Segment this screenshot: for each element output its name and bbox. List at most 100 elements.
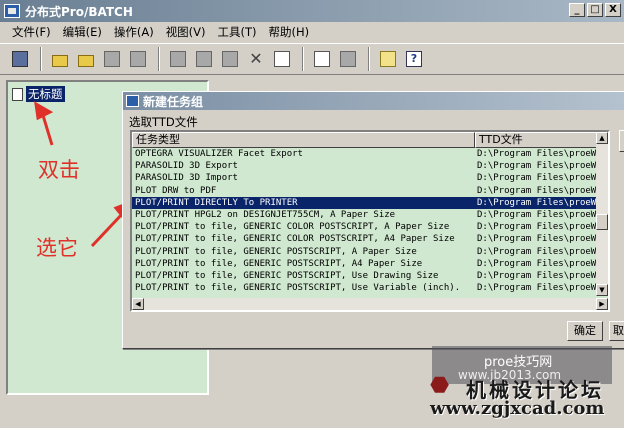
dialog-subtitle: 选取TTD文件: [129, 115, 198, 129]
horizontal-scrollbar[interactable]: ◀ ▶: [132, 298, 608, 310]
table-row[interactable]: PLOT/PRINT to file, GENERIC COLOR POSTSC…: [132, 221, 600, 233]
help-button[interactable]: ?: [402, 47, 426, 71]
toolbar-separator: [368, 47, 370, 71]
close-button[interactable]: X: [605, 3, 621, 17]
window-title: 分布式Pro/BATCH: [25, 4, 133, 19]
list-header: 任务类型 TTD文件: [132, 132, 600, 148]
toolbar-separator: [158, 47, 160, 71]
properties-button[interactable]: [270, 47, 294, 71]
annotation-select-it: 选它: [36, 236, 78, 260]
row-file: D:\Program Files\proeWi: [477, 173, 600, 184]
watermark-line4: www.zgjxcad.com: [430, 398, 605, 419]
open-folder2-icon: [78, 54, 94, 67]
row-file: D:\Program Files\proeWi: [477, 246, 600, 257]
paste-icon: [222, 51, 238, 67]
save-icon: [104, 51, 120, 67]
table-row[interactable]: PARASOLID 3D Import D:\Program Files\proe…: [132, 172, 600, 184]
row-file: D:\Program Files\proeWi: [477, 258, 600, 269]
watermark-logo-icon: ⬣: [430, 373, 450, 398]
row-type: PARASOLID 3D Import: [135, 173, 238, 184]
row-file: D:\Program Files\proeWi: [477, 209, 600, 220]
row-file: D:\Program Files\proeWi: [477, 185, 600, 196]
toolbar-separator: [40, 47, 42, 71]
new-task-group-dialog: 新建任务组 选取TTD文件 任务类型 TTD文件 OPTEGRA VISUALI…: [122, 91, 624, 349]
column-ttd-file[interactable]: TTD文件: [475, 132, 600, 148]
dialog-title-bar: 新建任务组: [123, 92, 624, 110]
scroll-thumb[interactable]: [596, 214, 608, 230]
table-row[interactable]: PARASOLID 3D Export D:\Program Files\proe…: [132, 160, 600, 172]
row-type: PLOT/PRINT to file, GENERIC POSTSCRIPT, …: [135, 246, 417, 257]
open-folder-icon: [52, 54, 68, 67]
open-button[interactable]: [48, 47, 72, 71]
annotation-double-click: 双击: [38, 158, 80, 182]
row-type: PLOT/PRINT DIRECTLY To PRINTER: [135, 197, 298, 208]
row-file: D:\Program Files\proeWi: [477, 149, 600, 159]
menu-tools[interactable]: 工具(T): [212, 24, 263, 40]
title-bar: 分布式Pro/BATCH _ □ X: [0, 0, 624, 22]
row-type: PLOT/PRINT to file, GENERIC COLOR POSTSC…: [135, 234, 455, 245]
table-row[interactable]: PLOT/PRINT to file, GENERIC POSTSCRIPT, …: [132, 270, 600, 282]
document-icon: [12, 87, 23, 101]
scroll-left-button[interactable]: ◀: [132, 298, 144, 310]
row-type: PLOT/PRINT HPGL2 on DESIGNJET755CM, A Pa…: [135, 209, 396, 220]
menu-help[interactable]: 帮助(H): [263, 24, 316, 40]
list-body: OPTEGRA VISUALIZER Facet Export D:\Progra…: [132, 148, 600, 294]
tree-item-label: 无标题: [26, 86, 65, 102]
menu-file[interactable]: 文件(F): [6, 24, 57, 40]
table-row[interactable]: PLOT DRW to PDF D:\Program Files\proeWi: [132, 185, 600, 197]
column-task-type[interactable]: 任务类型: [132, 132, 475, 148]
table-row[interactable]: PLOT/PRINT to file, GENERIC POSTSCRIPT, …: [132, 282, 600, 294]
tree-item-untitled[interactable]: 无标题: [12, 86, 65, 102]
vertical-scrollbar[interactable]: ▲ ▼: [596, 132, 608, 296]
row-type: PLOT DRW to PDF: [135, 185, 217, 196]
table-row[interactable]: OPTEGRA VISUALIZER Facet Export D:\Progra…: [132, 148, 600, 160]
dialog-icon: [126, 95, 139, 107]
row-type: PLOT/PRINT to file, GENERIC POSTSCRIPT, …: [135, 258, 423, 269]
settings-button[interactable]: [336, 47, 360, 71]
row-file: D:\Program Files\proeWi: [477, 161, 600, 172]
copy-button[interactable]: [192, 47, 216, 71]
row-file: D:\Program Files\proeWi: [477, 283, 600, 294]
delete-icon: ✕: [249, 49, 263, 68]
open-alt-button[interactable]: [74, 47, 98, 71]
row-type: OPTEGRA VISUALIZER Facet Export: [135, 149, 303, 159]
table-row-selected[interactable]: PLOT/PRINT DIRECTLY To PRINTER D:\Program…: [132, 196, 600, 209]
table-row[interactable]: PLOT/PRINT HPGL2 on DESIGNJET755CM, A Pa…: [132, 209, 600, 221]
row-file: D:\Program Files\proeWi: [477, 270, 600, 281]
ttd-list[interactable]: 任务类型 TTD文件 OPTEGRA VISUALIZER Facet Expo…: [130, 130, 610, 312]
minimize-button[interactable]: _: [569, 3, 585, 17]
table-row[interactable]: PLOT/PRINT to file, GENERIC COLOR POSTSC…: [132, 233, 600, 245]
window-controls: _ □ X: [569, 3, 621, 17]
menu-view[interactable]: 视图(V): [160, 24, 212, 40]
paste-button[interactable]: [218, 47, 242, 71]
ok-button[interactable]: 确定: [567, 321, 603, 341]
new-button[interactable]: [8, 47, 32, 71]
scroll-up-button[interactable]: ▲: [596, 132, 608, 144]
table-row[interactable]: PLOT/PRINT to file, GENERIC POSTSCRIPT, …: [132, 258, 600, 270]
report-button[interactable]: [310, 47, 334, 71]
cancel-button[interactable]: 取: [609, 321, 624, 341]
delete-button[interactable]: ✕: [244, 47, 268, 71]
menu-edit[interactable]: 编辑(E): [57, 24, 108, 40]
app-icon: [4, 4, 20, 18]
cut-button[interactable]: [166, 47, 190, 71]
menu-action[interactable]: 操作(A): [108, 24, 160, 40]
browse-button[interactable]: [619, 130, 624, 152]
row-file: D:\Program Files\proeWi: [477, 197, 600, 208]
row-file: D:\Program Files\proeWi: [477, 234, 600, 245]
table-row[interactable]: PLOT/PRINT to file, GENERIC POSTSCRIPT, …: [132, 246, 600, 258]
properties-icon: [274, 51, 290, 67]
toolbar-separator: [302, 47, 304, 71]
save-button[interactable]: [100, 47, 124, 71]
save-all-button[interactable]: [126, 47, 150, 71]
copy-icon: [196, 51, 212, 67]
scroll-right-button[interactable]: ▶: [596, 298, 608, 310]
maximize-button[interactable]: □: [587, 3, 603, 17]
report-icon: [314, 51, 330, 67]
scroll-down-button[interactable]: ▼: [596, 284, 608, 296]
row-type: PLOT/PRINT to file, GENERIC POSTSCRIPT, …: [135, 283, 461, 294]
help-icon: ?: [406, 51, 422, 67]
new-doc-icon: [12, 51, 28, 67]
notes-button[interactable]: [376, 47, 400, 71]
notes-icon: [380, 51, 396, 67]
